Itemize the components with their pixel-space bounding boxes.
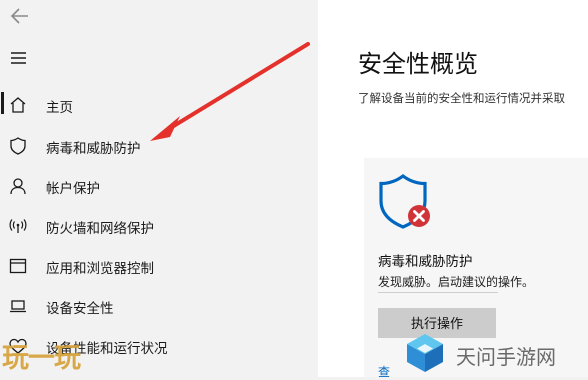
back-arrow-icon[interactable]	[8, 4, 32, 28]
watermark-text: 天问手游网	[456, 345, 556, 369]
shield-icon	[8, 136, 28, 156]
sidebar-item-label: 主页	[46, 100, 73, 116]
sidebar-item-virus-protection[interactable]: 病毒和威胁防护	[0, 129, 318, 163]
person-icon	[8, 176, 28, 196]
sidebar-item-home[interactable]: 主页	[0, 88, 318, 122]
sidebar-item-device-security[interactable]: 设备安全性	[0, 289, 318, 323]
sidebar-item-app-browser[interactable]: 应用和浏览器控制	[0, 249, 318, 283]
sidebar-item-label: 防火墙和网络保护	[46, 221, 154, 237]
card-description: 发现威胁。启动建议的操作。	[378, 275, 535, 289]
card-link[interactable]: 查	[378, 363, 390, 380]
shield-error-icon	[376, 172, 434, 232]
hamburger-menu-icon[interactable]	[9, 50, 29, 66]
main-panel: 安全性概览 了解设备当前的安全性和运行情况并采取 病毒和威胁防护 发现威胁。启动…	[318, 0, 588, 380]
sidebar: 主页 病毒和威胁防护 帐户保护 防火墙和网络保护 应用和浏览器控制 设备安全性 …	[0, 0, 318, 377]
cube-logo-icon	[404, 332, 446, 374]
laptop-icon	[8, 296, 28, 316]
card-title: 病毒和威胁防护	[378, 254, 473, 270]
wifi-antenna-icon	[8, 216, 28, 236]
sidebar-item-firewall[interactable]: 防火墙和网络保护	[0, 209, 318, 243]
page-subtitle: 了解设备当前的安全性和运行情况并采取	[358, 91, 565, 105]
sidebar-item-label: 应用和浏览器控制	[46, 261, 154, 277]
app-window-icon	[8, 256, 28, 276]
sidebar-item-label: 帐户保护	[46, 181, 100, 197]
watermark-right: 天问手游网	[404, 330, 588, 377]
watermark-left: 玩一玩	[2, 343, 81, 374]
home-icon	[8, 95, 28, 115]
sidebar-item-label: 设备安全性	[46, 301, 114, 317]
sidebar-item-label: 病毒和威胁防护	[46, 141, 141, 157]
card-divider	[378, 292, 498, 293]
page-title: 安全性概览	[358, 50, 478, 78]
sidebar-item-account[interactable]: 帐户保护	[0, 169, 318, 203]
